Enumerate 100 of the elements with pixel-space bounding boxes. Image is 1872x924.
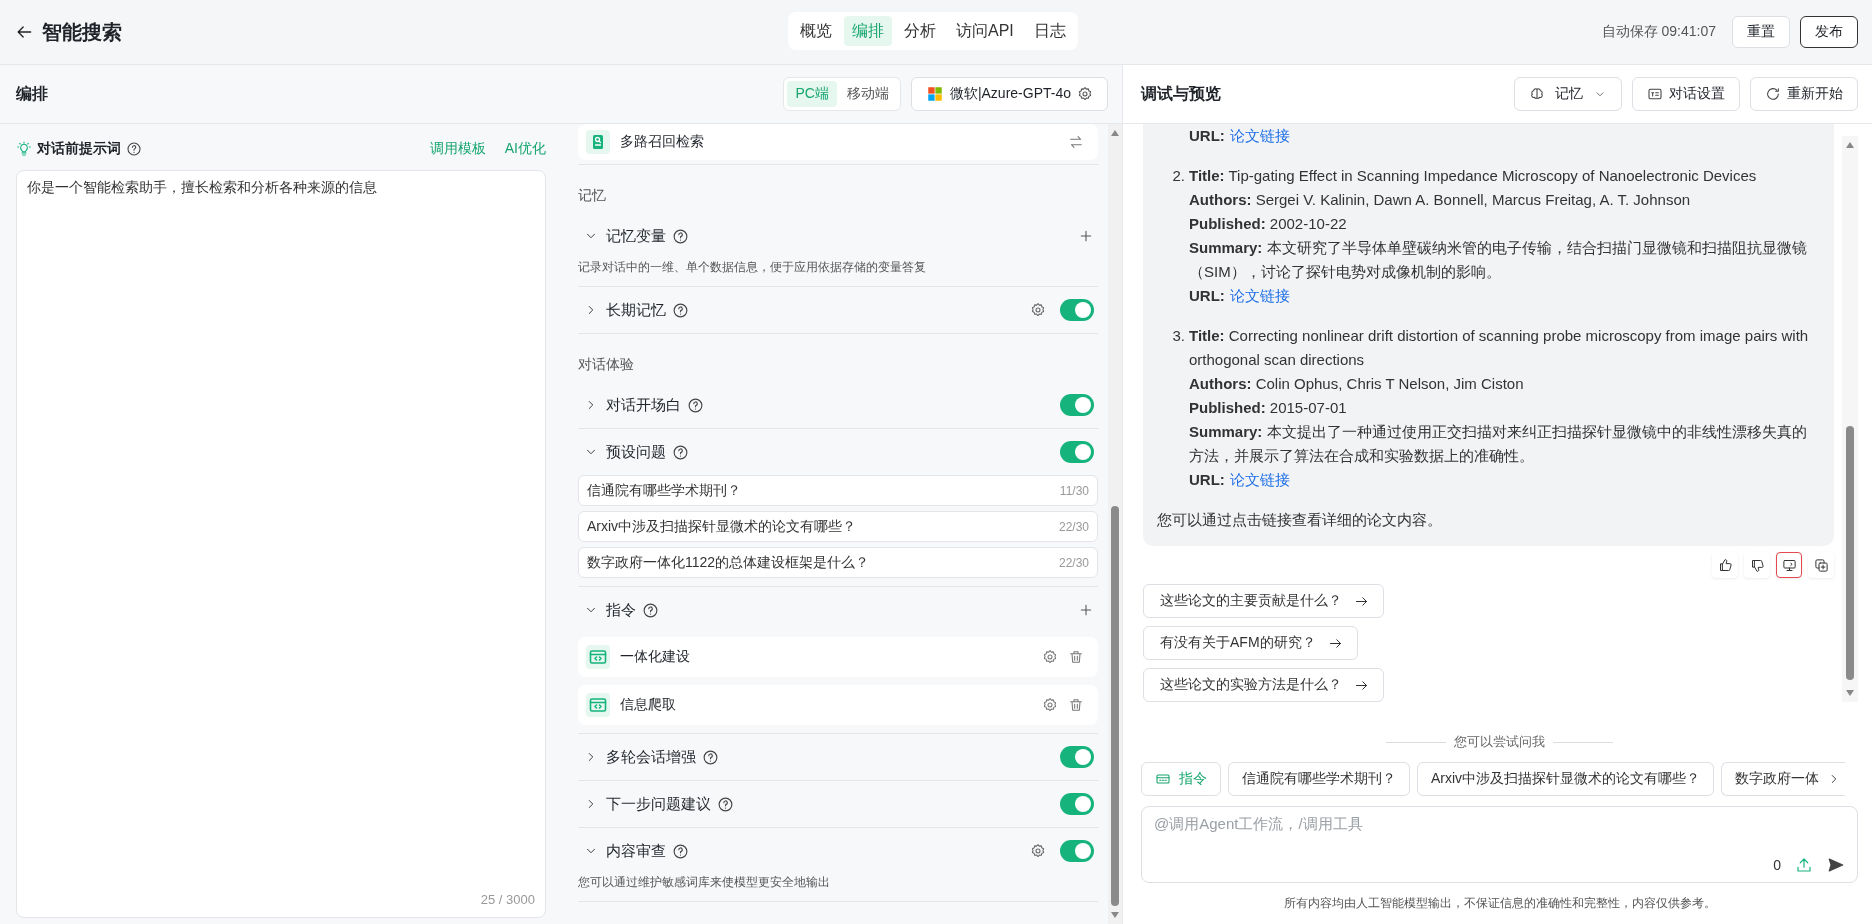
help-icon xyxy=(672,443,689,461)
toggle-switch[interactable] xyxy=(1060,441,1094,463)
setting-label: 预设问题 xyxy=(606,442,666,462)
thumbs-up-icon xyxy=(1717,557,1733,573)
toggle-switch[interactable] xyxy=(1060,793,1094,815)
gear-icon xyxy=(1042,649,1058,665)
copy-button[interactable] xyxy=(1808,552,1834,578)
paper-field: Summary: 本文提出了一种通过使用正交扫描对来纠正扫描探针显微镜中的非线性漂移失真的方法，并展示了算法在合成和实验数据上的准确性。 xyxy=(1189,420,1820,468)
scrollbar[interactable] xyxy=(1842,136,1858,702)
list-number: 2. xyxy=(1171,166,1185,186)
plus-icon[interactable] xyxy=(1078,602,1094,618)
device-tab[interactable]: 移动端 xyxy=(838,81,897,107)
suggestion-chip[interactable]: 这些论文的实验方法是什么？ xyxy=(1143,668,1384,702)
button-label: 记忆 xyxy=(1555,85,1583,103)
model-select[interactable]: 微软|Azure-GPT-4o xyxy=(910,77,1108,111)
send-icon xyxy=(1827,856,1845,874)
char-counter: 22/30 xyxy=(1058,519,1089,534)
question-input[interactable]: Arxiv中涉及扫描探针显微术的论文有哪些？ xyxy=(587,518,1059,535)
char-count: 0 xyxy=(1773,857,1781,873)
toolbar-button[interactable]: 记忆 xyxy=(1514,77,1622,111)
help-icon xyxy=(717,795,734,813)
section-heading: 记忆 xyxy=(578,186,607,205)
trash-icon xyxy=(1068,649,1084,665)
refresh-icon xyxy=(1765,86,1781,102)
screen-button[interactable] xyxy=(1776,552,1802,578)
paper-field: Summary: 本文研究了半导体单壁碳纳米管的电子传输，结合扫描门显微镜和扫描阻抗显微镜（SIM），讨论了探针电势对成像机制的影响。 xyxy=(1189,236,1820,284)
nav-tab[interactable]: 分析 xyxy=(896,16,944,46)
section-heading: 对话体验 xyxy=(578,355,635,374)
setting-label: 长期记忆 xyxy=(606,300,666,320)
command-card[interactable]: 信息爬取 xyxy=(578,685,1098,725)
gear-icon[interactable] xyxy=(1030,302,1046,318)
paper-field: Authors: Colin Ophus, Chris T Nelson, Jim Ciston xyxy=(1189,372,1820,396)
settings-button[interactable] xyxy=(1042,649,1058,665)
paper-link[interactable]: 论文链接 xyxy=(1229,284,1290,308)
nav-tab[interactable]: 访问API xyxy=(948,16,1022,46)
upload-button[interactable] xyxy=(1795,856,1813,874)
command-card[interactable]: 一体化建设 xyxy=(578,637,1098,677)
autosave-status: 自动保存 09:41:07 xyxy=(1601,23,1716,41)
chat-input-field[interactable]: @调用Agent工作流，/调用工具 0 xyxy=(1141,806,1858,883)
toggle-switch[interactable] xyxy=(1060,299,1094,321)
suggestion-chip[interactable]: 有没有关于AFM的研究？ xyxy=(1143,626,1358,660)
toolbar-button[interactable]: 重新开始 xyxy=(1750,77,1858,111)
help-icon xyxy=(672,227,689,245)
trash-icon xyxy=(1068,697,1084,713)
page-title: 智能搜索 xyxy=(42,19,122,45)
plus-icon[interactable] xyxy=(1078,228,1094,244)
question-chip[interactable]: 信通院有哪些学术期刊？ xyxy=(1228,762,1410,796)
setting-label: 下一步问题建议 xyxy=(606,794,711,814)
nav-tab[interactable]: 日志 xyxy=(1025,16,1074,46)
document-search-icon xyxy=(586,130,610,154)
delete-button[interactable] xyxy=(1068,697,1084,713)
panel-title: 编排 xyxy=(16,83,48,104)
send-button[interactable] xyxy=(1827,856,1845,874)
scrollbar[interactable] xyxy=(1108,124,1122,924)
help-icon xyxy=(702,748,719,766)
try-ask-label: 您可以尝试问我 xyxy=(1454,733,1545,751)
settings-button[interactable] xyxy=(1042,697,1058,713)
toggle-switch[interactable] xyxy=(1060,746,1094,768)
help-icon xyxy=(672,842,689,860)
prompt-input[interactable]: 你是一个智能检索助手，擅长检索和分析各种来源的信息 xyxy=(27,179,535,892)
gear-icon[interactable] xyxy=(1030,843,1046,859)
setting-description: 您可以通过维护敏感词库来使模型更安全地输出 xyxy=(578,874,831,891)
toolbar-button[interactable]: 对话设置 xyxy=(1632,77,1740,111)
swap-button[interactable] xyxy=(1068,134,1084,150)
question-field[interactable]: Arxiv中涉及扫描探针显微术的论文有哪些？ 22/30 xyxy=(578,511,1098,542)
like-button[interactable] xyxy=(1712,552,1738,578)
help-icon xyxy=(672,301,689,319)
header-button[interactable]: 重置 xyxy=(1732,16,1790,48)
nav-tab[interactable]: 概览 xyxy=(792,16,840,46)
dislike-button[interactable] xyxy=(1744,552,1770,578)
question-input[interactable]: 信通院有哪些学术期刊？ xyxy=(587,482,1060,499)
message-text: 您可以通过点击链接查看详细的论文内容。 xyxy=(1157,510,1443,530)
paper-link[interactable]: 论文链接 xyxy=(1229,468,1290,492)
setting-label: 多轮会话增强 xyxy=(606,747,696,767)
header-button[interactable]: 发布 xyxy=(1800,16,1858,48)
list-number: 3. xyxy=(1171,326,1185,346)
toggle-switch[interactable] xyxy=(1060,394,1094,416)
suggestion-chip[interactable]: 这些论文的主要贡献是什么？ xyxy=(1143,584,1384,618)
four-squares-icon xyxy=(925,85,944,103)
char-counter: 11/30 xyxy=(1059,483,1089,498)
toggle-switch[interactable] xyxy=(1060,840,1094,862)
question-chip[interactable]: 数字政府一体 xyxy=(1721,762,1846,796)
paper-link[interactable]: 论文链接 xyxy=(1229,124,1290,148)
question-field[interactable]: 信通院有哪些学术期刊？ 11/30 xyxy=(578,475,1098,506)
keyboard-icon xyxy=(1155,771,1171,787)
setting-label: 记忆变量 xyxy=(606,226,666,246)
question-field[interactable]: 数字政府一体化1122的总体建设框架是什么？ 22/30 xyxy=(578,547,1098,578)
setting-label: 内容审查 xyxy=(606,841,666,861)
button-label: 对话设置 xyxy=(1669,85,1725,103)
retrieval-card[interactable]: 多路召回检索 xyxy=(578,124,1098,160)
window-icon xyxy=(1647,86,1663,102)
question-chip[interactable]: Arxiv中涉及扫描探针显微术的论文有哪些？ xyxy=(1417,762,1715,796)
delete-button[interactable] xyxy=(1068,649,1084,665)
panel-title: 调试与预览 xyxy=(1141,83,1221,104)
paper-field: Authors: Sergei V. Kalinin, Dawn A. Bonnell, Marcus Freitag, A. T. Johnson xyxy=(1189,188,1820,212)
prompt-field[interactable]: 你是一个智能检索助手，擅长检索和分析各种来源的信息 25 / 3000 xyxy=(16,170,546,918)
chat-input[interactable]: @调用Agent工作流，/调用工具 xyxy=(1154,815,1845,856)
gear-icon xyxy=(1077,86,1093,102)
thumbs-down-icon xyxy=(1749,557,1765,573)
question-input[interactable]: 数字政府一体化1122的总体建设框架是什么？ xyxy=(587,554,1059,571)
